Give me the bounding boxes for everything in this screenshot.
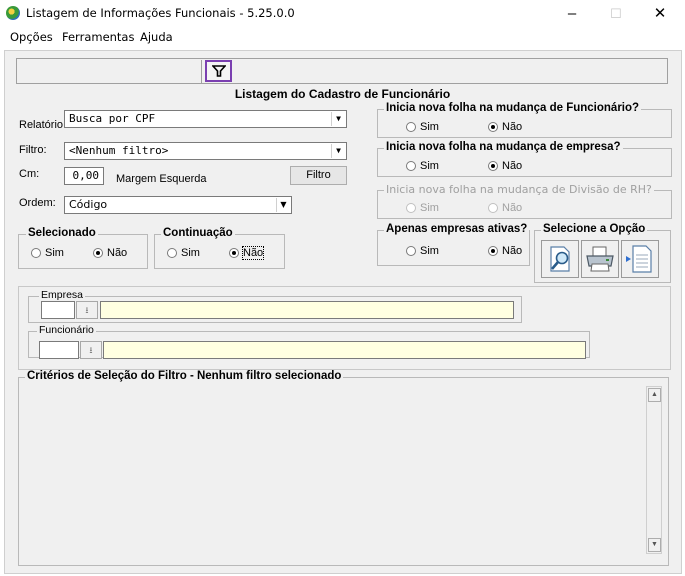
funcionario-code-input[interactable] [39,341,79,359]
nova-folha-funcionario-sim-radio[interactable]: Sim [406,121,439,133]
radio-label: Sim [420,160,439,172]
nova-folha-divisao-title: Inicia nova folha na mudança de Divisão … [384,183,654,196]
close-button[interactable]: ✕ [645,4,675,24]
selecionado-group: Selecionado Sim Não [18,227,148,269]
empresas-ativas-title: Apenas empresas ativas? [384,223,530,235]
relatorio-select[interactable]: Busca por CPF ▼ [64,110,347,128]
radio-icon [488,203,498,214]
app-icon [6,6,20,20]
radio-icon [406,203,416,214]
filtro-button[interactable]: Filtro [290,166,347,185]
scroll-down-icon[interactable]: ▼ [648,538,661,552]
nova-folha-empresa-group: Inicia nova folha na mudança de empresa?… [377,141,672,177]
nova-folha-funcionario-nao-radio[interactable]: Não [488,121,522,133]
preview-icon [550,246,570,272]
funcionario-lookup-button[interactable]: ⭳ [80,341,102,359]
menu-ajuda[interactable]: Ajuda [140,30,173,44]
empresa-label: Empresa [39,289,86,301]
cm-input[interactable]: 0,00 [64,167,104,185]
radio-label: Sim [420,202,439,214]
ordem-value: Código [69,198,108,211]
radio-label: Sim [420,121,439,133]
chevron-down-icon[interactable]: ▼ [331,112,345,126]
window-title: Listagem de Informações Funcionais - 5.2… [26,6,295,20]
toolbar-panel [16,58,668,84]
page-title: Listagem do Cadastro de Funcionário [234,87,451,101]
nova-folha-funcionario-group: Inicia nova folha na mudança de Funcioná… [377,102,672,138]
margem-label: Margem Esquerda [116,173,207,185]
filtro-value: <Nenhum filtro> [69,144,169,157]
empresa-name-field [100,301,514,319]
selecione-opcao-title: Selecione a Opção [541,223,648,235]
toolbar-separator [201,60,202,83]
continuacao-nao-radio[interactable]: Não [229,246,265,260]
radio-label: Sim [45,247,64,259]
selecionado-title: Selecionado [26,227,98,239]
radio-checked-icon [488,122,498,133]
export-file-icon [626,245,652,273]
radio-label: Não [241,246,265,260]
print-button[interactable] [581,240,619,278]
empresa-code-input[interactable] [41,301,75,319]
radio-label: Não [107,247,128,259]
criteria-scrollbar[interactable]: ▲ ▼ [646,386,662,554]
filtro-label: Filtro: [19,144,47,156]
ordem-label: Ordem: [19,197,56,209]
radio-checked-icon [229,248,239,259]
continuacao-sim-radio[interactable]: Sim [167,247,200,259]
empresa-lookup-button[interactable]: ⭳ [76,301,98,319]
radio-label: Não [502,202,523,214]
nova-folha-divisao-sim-radio: Sim [406,202,439,214]
radio-icon [31,248,41,259]
selecionado-sim-radio[interactable]: Sim [31,247,64,259]
funcionario-name-field [103,341,586,359]
radio-icon [406,161,416,172]
preview-button[interactable] [541,240,579,278]
chevron-down-icon[interactable]: ▼ [276,198,290,212]
funcionario-label: Funcionário [37,324,96,336]
menu-opcoes[interactable]: Opções [10,30,53,44]
radio-checked-icon [93,248,103,259]
nova-folha-funcionario-title: Inicia nova folha na mudança de Funcioná… [384,102,642,114]
nova-folha-empresa-sim-radio[interactable]: Sim [406,160,439,172]
scroll-up-icon[interactable]: ▲ [648,388,661,402]
export-button[interactable] [621,240,659,278]
criteria-text [26,389,646,557]
cm-label: Cm: [19,168,40,180]
nova-folha-divisao-group: Inicia nova folha na mudança de Divisão … [377,183,672,219]
empresas-ativas-group: Apenas empresas ativas? Sim Não [377,223,530,266]
continuacao-group: Continuação Sim Não [154,227,285,269]
nova-folha-empresa-title: Inicia nova folha na mudança de empresa? [384,141,623,153]
relatorio-label: Relatório [19,119,64,131]
filtro-select[interactable]: <Nenhum filtro> ▼ [64,142,347,160]
nova-folha-divisao-nao-radio: Não [488,202,522,214]
ordem-select[interactable]: Código ▼ [64,196,292,214]
radio-icon [406,122,416,133]
radio-label: Sim [420,245,439,257]
minimize-button[interactable]: – [557,4,587,24]
radio-icon [406,246,416,257]
criteria-title: Critérios de Seleção do Filtro - Nenhum … [25,370,344,382]
radio-label: Sim [181,247,200,259]
lookup-arrow-icon: ⭳ [89,345,93,355]
filter-button[interactable] [205,60,232,82]
radio-label: Não [502,245,523,257]
chevron-down-icon[interactable]: ▼ [331,144,345,158]
radio-checked-icon [488,161,498,172]
menu-ferramentas[interactable]: Ferramentas [62,30,134,44]
maximize-button: ☐ [610,6,622,21]
lookup-arrow-icon: ⭳ [85,305,89,315]
empresas-ativas-sim-radio[interactable]: Sim [406,245,439,257]
printer-icon [586,246,614,272]
relatorio-value: Busca por CPF [69,112,156,125]
filter-icon [211,65,226,77]
radio-label: Não [502,160,523,172]
radio-label: Não [502,121,523,133]
radio-checked-icon [488,246,498,257]
empresas-ativas-nao-radio[interactable]: Não [488,245,522,257]
nova-folha-empresa-nao-radio[interactable]: Não [488,160,522,172]
selecionado-nao-radio[interactable]: Não [93,247,127,259]
radio-icon [167,248,177,259]
continuacao-title: Continuação [161,227,235,239]
